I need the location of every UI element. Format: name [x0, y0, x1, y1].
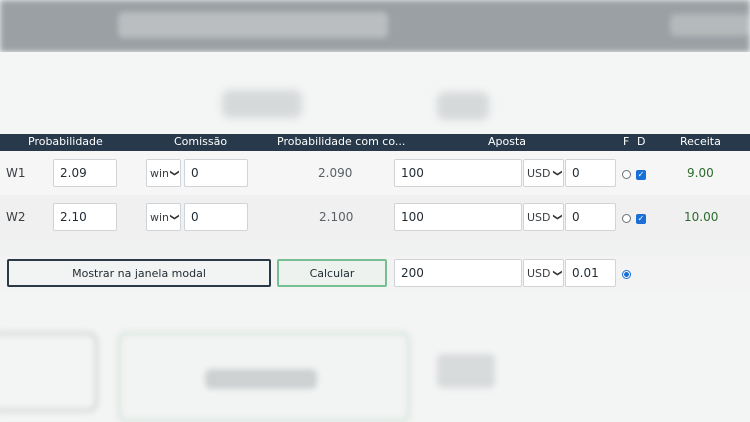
revenue-value: 10.00 [684, 210, 719, 224]
calculate-button[interactable]: Calcular [277, 259, 387, 287]
blurred-card-center [118, 332, 410, 422]
header-aposta: Aposta [488, 135, 527, 148]
table-row: W2 2.10 win ❯ 0 2.100 100 USD ❯ 0 ✓ 10.0… [0, 195, 750, 239]
blurred-page-header [0, 0, 750, 52]
chevron-down-icon: ❯ [169, 213, 180, 221]
header-f: F [623, 135, 630, 148]
odds-input[interactable]: 2.10 [53, 203, 117, 231]
blurred-card-left [0, 332, 98, 412]
chevron-down-icon: ❯ [552, 169, 563, 177]
total-currency-select[interactable]: USD ❯ [523, 259, 564, 287]
stake-input[interactable]: 100 [394, 159, 522, 187]
distribute-checkbox[interactable]: ✓ [636, 214, 646, 224]
currency-select[interactable]: USD ❯ [523, 203, 564, 231]
show-modal-button[interactable]: Mostrar na janela modal [7, 259, 271, 287]
chevron-down-icon: ❯ [169, 169, 180, 177]
odds-with-commission: 2.100 [319, 210, 354, 224]
total-rounding-input[interactable]: 0.01 [565, 259, 616, 287]
header-probabilidade: Probabilidade [28, 135, 103, 148]
blurred-card-right [437, 354, 495, 388]
currency-value: USD [527, 211, 551, 224]
chevron-down-icon: ❯ [552, 213, 563, 221]
currency-select[interactable]: USD ❯ [523, 159, 564, 187]
odds-with-commission: 2.090 [318, 166, 353, 180]
commission-type-select[interactable]: win ❯ [146, 159, 181, 187]
fixed-stake-radio[interactable] [622, 170, 631, 179]
table-row: W1 2.09 win ❯ 0 2.090 100 USD ❯ 0 ✓ 9.00 [0, 151, 750, 195]
rounding-input[interactable]: 0 [565, 203, 616, 231]
commission-type-value: win [150, 211, 170, 224]
commission-input[interactable]: 0 [184, 159, 248, 187]
fixed-stake-radio[interactable] [622, 214, 631, 223]
commission-type-select[interactable]: win ❯ [146, 203, 181, 231]
header-comissao: Comissão [174, 135, 228, 148]
commission-type-value: win [150, 167, 170, 180]
blurred-value-1 [222, 90, 302, 118]
total-fixed-radio[interactable] [622, 270, 631, 279]
calculator-panel: Probabilidade Comissão Probabilidade com… [0, 134, 750, 292]
rounding-input[interactable]: 0 [565, 159, 616, 187]
commission-input[interactable]: 0 [184, 203, 248, 231]
blurred-bottom-area [0, 292, 750, 422]
blurred-summary-area [0, 52, 750, 134]
blurred-value-2 [437, 92, 489, 120]
outcome-label: W2 [6, 210, 26, 224]
stake-input[interactable]: 100 [394, 203, 522, 231]
blurred-title [118, 12, 388, 38]
table-header: Probabilidade Comissão Probabilidade com… [0, 134, 750, 151]
total-currency-value: USD [527, 267, 551, 280]
chevron-down-icon: ❯ [552, 269, 563, 277]
blurred-right-element [670, 14, 750, 36]
outcome-label: W1 [6, 166, 26, 180]
revenue-value: 9.00 [687, 166, 714, 180]
odds-input[interactable]: 2.09 [53, 159, 117, 187]
currency-value: USD [527, 167, 551, 180]
header-prob-com-comissao: Probabilidade com co... [277, 135, 406, 148]
distribute-checkbox[interactable]: ✓ [636, 170, 646, 180]
header-receita: Receita [680, 135, 721, 148]
header-d: D [637, 135, 646, 148]
total-stake-input[interactable]: 200 [394, 259, 522, 287]
